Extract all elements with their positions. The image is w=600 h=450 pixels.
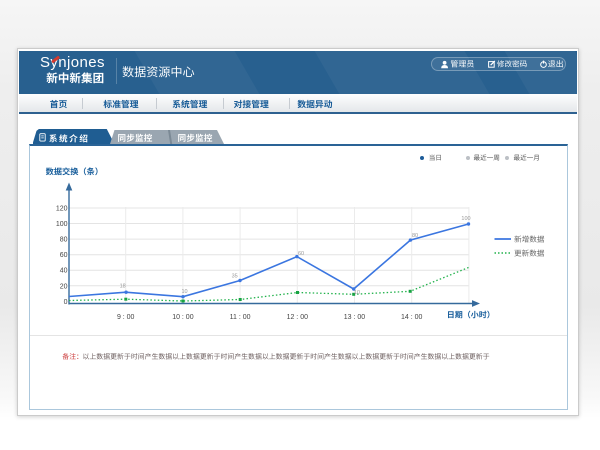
svg-text:18: 18 <box>119 284 125 290</box>
svg-text:10: 10 <box>353 290 359 296</box>
svg-text:9 : 00: 9 : 00 <box>116 314 134 321</box>
svg-text:80: 80 <box>411 233 417 239</box>
svg-text:12 : 00: 12 : 00 <box>286 314 308 321</box>
svg-text:35: 35 <box>231 274 237 280</box>
svg-text:40: 40 <box>59 268 67 275</box>
svg-text:0: 0 <box>63 299 67 306</box>
svg-text:10 : 00: 10 : 00 <box>172 314 194 321</box>
svg-text:60: 60 <box>297 251 303 257</box>
svg-text:100: 100 <box>461 216 470 222</box>
svg-text:80: 80 <box>59 237 67 244</box>
svg-text:100: 100 <box>55 221 67 228</box>
svg-text:14 : 00: 14 : 00 <box>400 314 422 321</box>
svg-text:13 : 00: 13 : 00 <box>343 314 365 321</box>
svg-text:60: 60 <box>59 252 67 259</box>
svg-text:11 : 00: 11 : 00 <box>229 314 250 321</box>
svg-text:120: 120 <box>55 206 67 213</box>
svg-text:10: 10 <box>181 289 187 295</box>
svg-text:20: 20 <box>59 283 67 290</box>
